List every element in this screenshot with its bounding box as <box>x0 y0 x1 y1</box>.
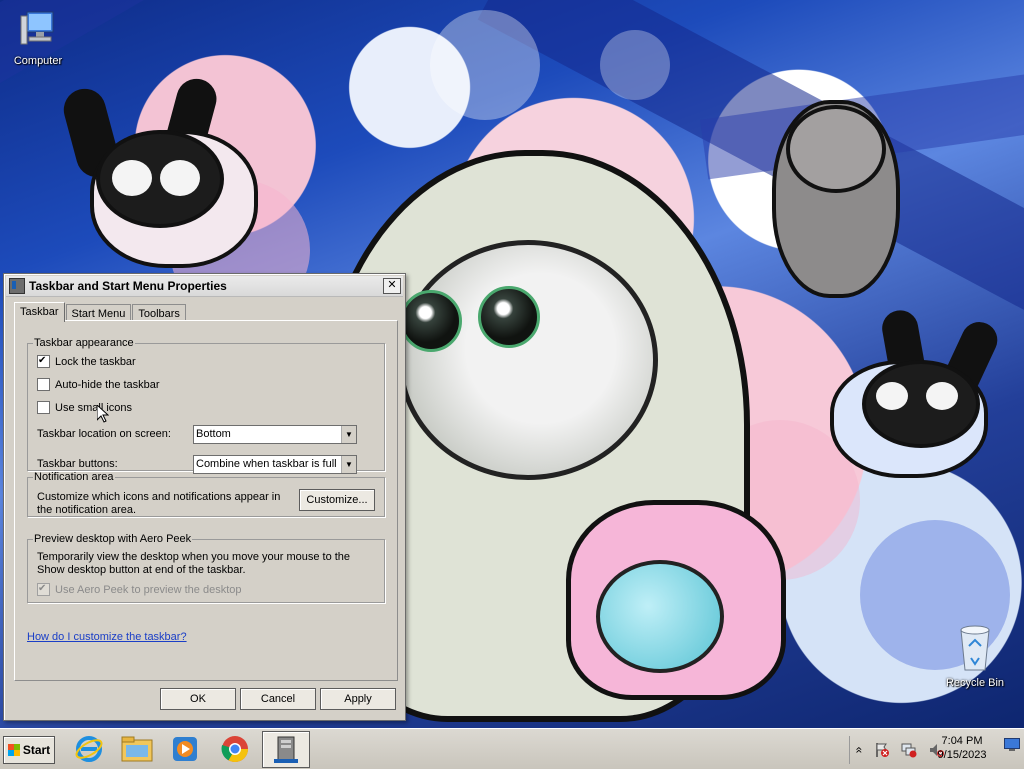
taskbar-tab-panel: Taskbar appearance Lock the taskbar Auto… <box>14 320 398 681</box>
show-hidden-icons-button[interactable]: « <box>852 747 866 754</box>
show-desktop-icon[interactable] <box>1004 738 1020 752</box>
taskbar-properties-icon <box>274 736 298 763</box>
taskbar-clock[interactable]: 7:04 PM 9/15/2023 <box>932 734 992 762</box>
start-button[interactable]: Start <box>3 736 55 764</box>
taskbar: Start « 7:04 PM 9/15/2023 <box>0 728 1024 769</box>
chevron-down-icon[interactable]: ▼ <box>341 426 356 443</box>
small-icons-checkbox-row[interactable]: Use small icons <box>37 401 132 414</box>
taskbar-buttons-label: Taskbar buttons: <box>37 458 118 470</box>
desktop-icon-computer[interactable]: Computer <box>3 10 73 67</box>
autohide-checkbox[interactable] <box>37 378 50 391</box>
ok-button[interactable]: OK <box>160 688 236 710</box>
taskbar-chrome-button[interactable] <box>212 731 258 766</box>
small-icons-checkbox[interactable] <box>37 401 50 414</box>
internet-explorer-icon <box>75 735 103 762</box>
lock-taskbar-checkbox[interactable] <box>37 355 50 368</box>
group-legend: Notification area <box>34 471 114 483</box>
autohide-label: Auto-hide the taskbar <box>55 378 160 391</box>
desktop-icon-recycle-bin[interactable]: Recycle Bin <box>940 624 1010 689</box>
action-center-flag-icon[interactable] <box>874 742 890 758</box>
windows-logo-icon <box>7 744 20 756</box>
taskbar-properties-icon <box>9 278 25 294</box>
lock-taskbar-checkbox-row[interactable]: Lock the taskbar <box>37 355 136 368</box>
aero-peek-description: Temporarily view the desktop when you mo… <box>37 551 351 576</box>
notification-description: Customize which icons and notifications … <box>37 491 281 516</box>
help-link[interactable]: How do I customize the taskbar? <box>27 631 187 643</box>
taskbar-location-select[interactable]: Bottom ▼ <box>193 425 357 444</box>
bear-head <box>786 105 886 193</box>
group-legend: Preview desktop with Aero Peek <box>34 533 192 545</box>
taskbar-explorer-button[interactable] <box>114 731 160 766</box>
clock-time: 7:04 PM <box>941 735 983 747</box>
tab-taskbar[interactable]: Taskbar <box>14 302 65 322</box>
taskbar-ie-button[interactable] <box>66 731 112 766</box>
cancel-button[interactable]: Cancel <box>240 688 316 710</box>
computer-icon <box>3 10 73 53</box>
taskbar-location-value: Bottom <box>196 428 231 440</box>
dialog-title: Taskbar and Start Menu Properties <box>29 279 227 293</box>
network-icon[interactable] <box>901 742 917 758</box>
close-button[interactable]: ✕ <box>383 278 401 294</box>
chrome-icon <box>221 735 249 762</box>
taskbar-properties-dialog: Taskbar and Start Menu Properties ✕ Task… <box>3 273 406 721</box>
desktop-icon-label: Computer <box>13 55 63 67</box>
small-icons-label: Use small icons <box>55 401 133 414</box>
location-label: Taskbar location on screen: <box>37 428 171 440</box>
media-player-icon <box>173 736 197 761</box>
apply-button[interactable]: Apply <box>320 688 396 710</box>
group-legend: Taskbar appearance <box>34 337 134 349</box>
cat-face <box>596 560 724 673</box>
customize-button[interactable]: Customize... <box>299 489 375 511</box>
aero-peek-checkbox-row: Use Aero Peek to preview the desktop <box>37 583 242 596</box>
tab-strip: Taskbar Start Menu Toolbars <box>14 302 187 324</box>
file-explorer-icon <box>121 736 153 761</box>
desktop-icon-label: Recycle Bin <box>945 677 1005 689</box>
taskbar-buttons-value: Combine when taskbar is full <box>196 458 337 470</box>
aero-peek-checkbox <box>37 583 50 596</box>
recycle-bin-icon <box>940 624 1010 675</box>
clock-date: 9/15/2023 <box>937 749 987 761</box>
aero-peek-label: Use Aero Peek to preview the desktop <box>55 583 242 596</box>
mouse-cursor-icon <box>97 405 109 423</box>
lock-taskbar-label: Lock the taskbar <box>55 355 136 368</box>
autohide-checkbox-row[interactable]: Auto-hide the taskbar <box>37 378 160 391</box>
dialog-titlebar[interactable]: Taskbar and Start Menu Properties ✕ <box>6 276 403 297</box>
start-label: Start <box>22 743 51 757</box>
taskbar-media-button[interactable] <box>162 731 208 766</box>
elephant-face <box>398 240 658 480</box>
taskbar-properties-button[interactable] <box>262 731 310 768</box>
